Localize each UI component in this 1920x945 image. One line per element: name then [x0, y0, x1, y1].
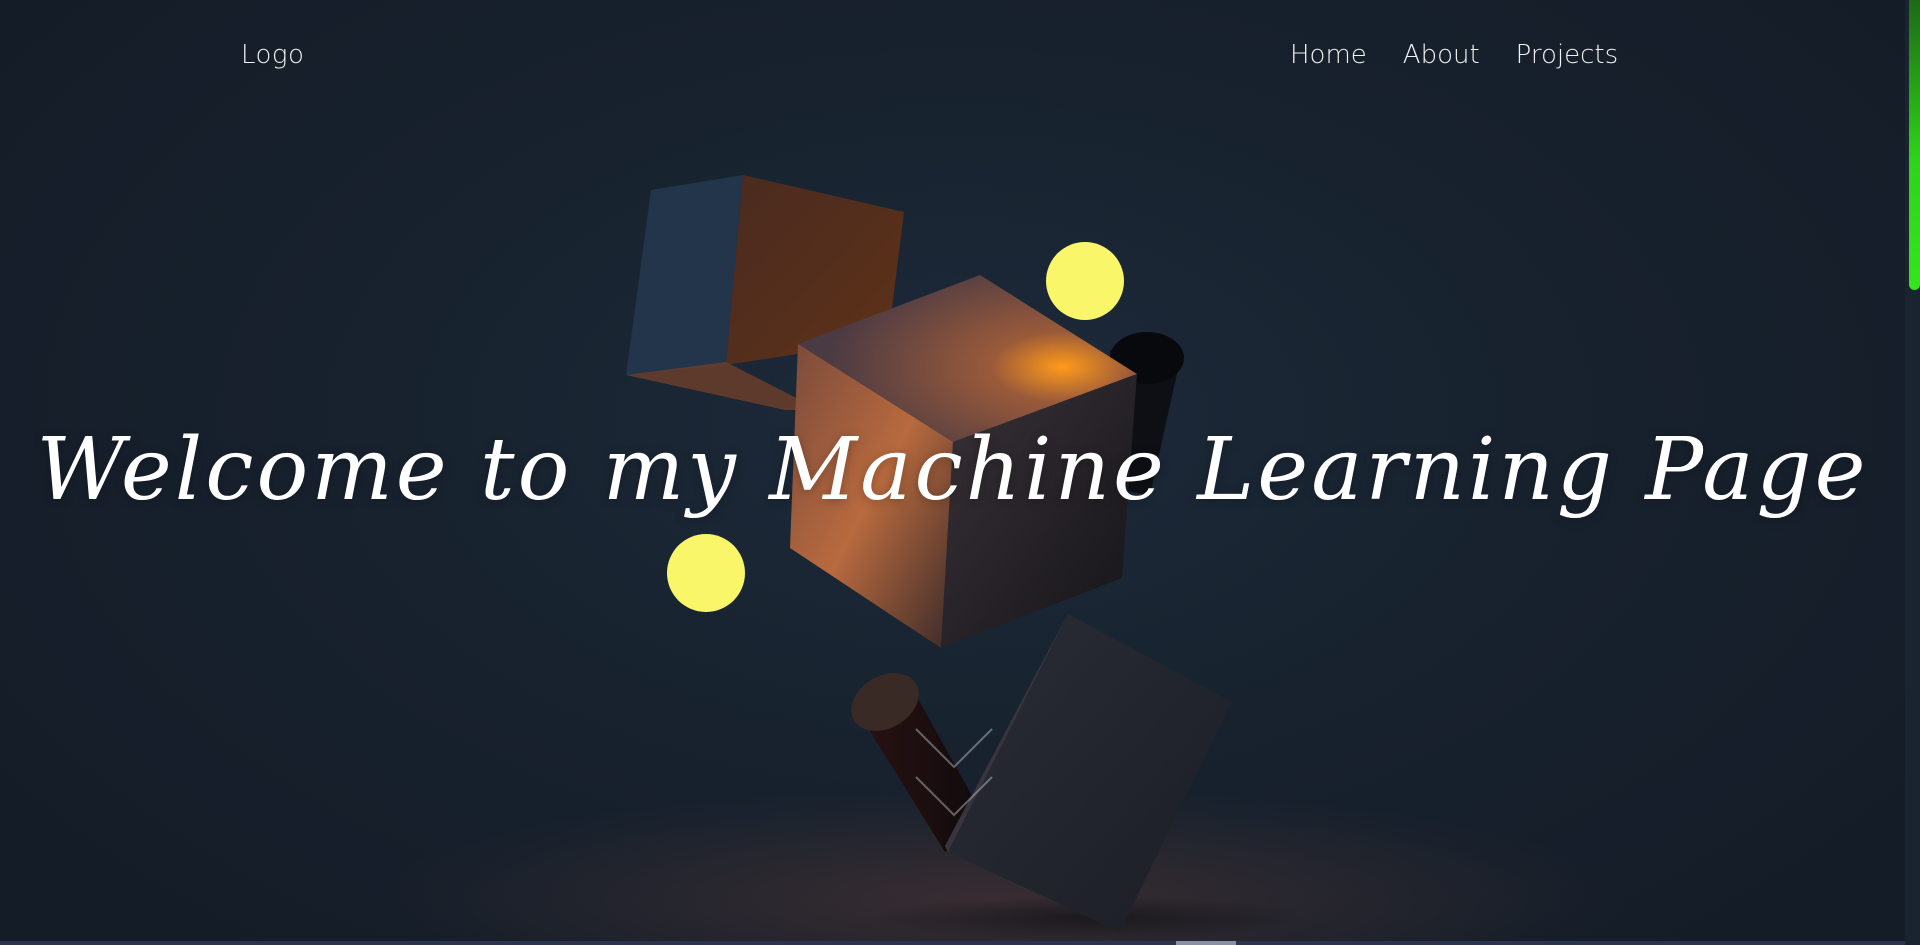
- scroll-down-button[interactable]: [914, 727, 994, 823]
- hero-section: Logo Home About Projects Welcome to my M…: [0, 0, 1905, 945]
- yellow-sphere-upper: [1046, 242, 1124, 320]
- double-chevron-down-icon: [915, 728, 993, 817]
- page-title: Welcome to my Machine Learning Page: [36, 420, 1869, 520]
- nav-link-home[interactable]: Home: [1290, 40, 1367, 70]
- nav-links: Home About Projects: [1290, 40, 1618, 70]
- nav-link-projects[interactable]: Projects: [1516, 40, 1619, 70]
- logo-link[interactable]: Logo: [241, 40, 304, 70]
- bottom-edge-segment: [1176, 941, 1236, 945]
- yellow-sphere-lower: [667, 534, 745, 612]
- scrollbar-thumb[interactable]: [1909, 0, 1920, 290]
- nav-link-about[interactable]: About: [1403, 40, 1480, 70]
- bottom-edge-strip: [0, 941, 1905, 945]
- page-scrollbar[interactable]: [1905, 0, 1920, 945]
- top-navigation: Logo Home About Projects: [0, 0, 1905, 116]
